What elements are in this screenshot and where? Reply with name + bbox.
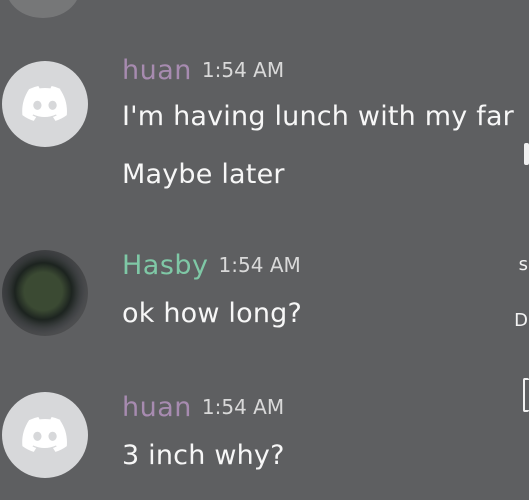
edge-text: D <box>514 310 528 331</box>
timestamp: 1:54 AM <box>218 253 301 277</box>
avatar <box>6 0 80 18</box>
discord-logo-icon <box>22 417 67 452</box>
edge-fragment <box>523 378 529 412</box>
avatar[interactable] <box>2 250 88 336</box>
edge-fragment <box>524 143 529 165</box>
message-text: 3 inch why? <box>122 440 285 471</box>
avatar[interactable] <box>2 61 88 147</box>
author-name[interactable]: huan <box>122 55 192 86</box>
avatar[interactable] <box>2 392 88 478</box>
message-text: Maybe later <box>122 159 285 190</box>
message-header: huan 1:54 AM <box>122 392 284 423</box>
message-text: I'm having lunch with my far <box>122 101 514 132</box>
author-name[interactable]: huan <box>122 392 192 423</box>
timestamp: 1:54 AM <box>201 58 285 82</box>
discord-logo-icon <box>22 86 67 121</box>
edge-text: s <box>518 254 528 275</box>
message-header: Hasby 1:54 AM <box>122 250 301 281</box>
message-header: huan 1:54 AM <box>122 55 284 86</box>
timestamp: 1:54 AM <box>201 395 285 419</box>
message-text: ok how long? <box>122 298 303 329</box>
author-name[interactable]: Hasby <box>122 250 209 281</box>
